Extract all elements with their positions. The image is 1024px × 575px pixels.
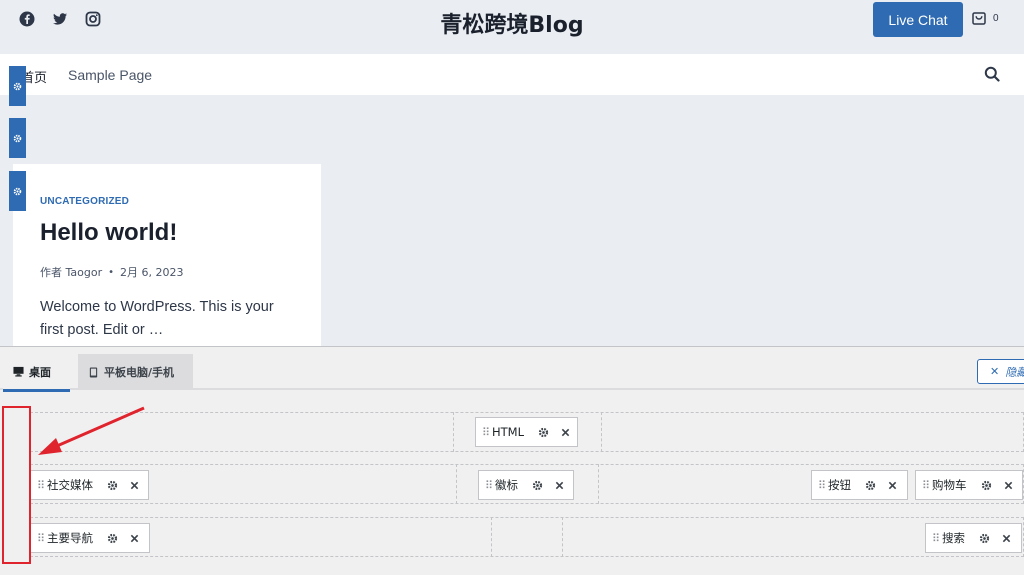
post-category[interactable]: UNCATEGORIZED	[40, 196, 129, 207]
desktop-icon	[13, 366, 24, 377]
post-date: 2月 6, 2023	[120, 266, 184, 279]
builder-row-bottom	[30, 517, 1024, 557]
cart-count: 0	[993, 12, 999, 24]
shopping-bag-icon	[972, 12, 986, 25]
zone-divider	[456, 464, 457, 504]
post-card: UNCATEGORIZED Hello world! 作者 Taogor • 2…	[13, 164, 321, 346]
gear-icon[interactable]	[107, 533, 118, 544]
site-header-top: 青松跨境Blog Live Chat 0	[0, 0, 1024, 54]
bottom-row-settings-button[interactable]	[9, 171, 26, 211]
builder-item-label: 徽标	[495, 478, 518, 492]
close-icon: ✕	[990, 366, 1000, 378]
gear-icon[interactable]	[107, 480, 118, 491]
builder-item-label: HTML	[492, 425, 525, 439]
gear-icon[interactable]	[981, 480, 992, 491]
gear-icon[interactable]	[865, 480, 876, 491]
post-excerpt: Welcome to WordPress. This is your first…	[40, 299, 274, 338]
zone-divider	[491, 517, 492, 557]
cart-button[interactable]: 0	[971, 10, 999, 26]
close-icon[interactable]	[1002, 534, 1011, 543]
gear-icon	[13, 187, 22, 195]
drag-handle-icon[interactable]: ⠿	[818, 479, 828, 492]
drag-handle-icon[interactable]: ⠿	[482, 426, 492, 439]
tab-tablet-label: 平板电脑/手机	[104, 366, 175, 379]
builder-item-search[interactable]: ⠿ 搜索	[925, 523, 1022, 553]
builder-item-primary-nav[interactable]: ⠿ 主要导航	[30, 523, 150, 553]
zone-divider	[601, 412, 602, 452]
tablet-icon	[89, 366, 98, 378]
search-icon[interactable]	[984, 66, 1000, 82]
builder-item-label: 购物车	[932, 478, 967, 492]
drag-handle-icon[interactable]: ⠿	[922, 479, 932, 492]
close-icon[interactable]	[130, 534, 139, 543]
builder-item-label: 主要导航	[47, 531, 93, 545]
live-chat-button[interactable]: Live Chat	[873, 2, 963, 37]
nav-item-sample-page[interactable]: Sample Page	[68, 67, 152, 83]
zone-divider	[562, 517, 563, 557]
gear-icon[interactable]	[538, 427, 549, 438]
drag-handle-icon[interactable]: ⠿	[37, 479, 47, 492]
close-icon[interactable]	[130, 481, 139, 490]
meta-separator: •	[108, 266, 115, 278]
hide-builder-button[interactable]: ✕ 隐藏	[977, 359, 1024, 384]
builder-tabs: 桌面 平板电脑/手机 ✕ 隐藏	[0, 347, 1024, 392]
hide-builder-label: 隐藏	[1005, 366, 1024, 379]
tab-tablet-mobile[interactable]: 平板电脑/手机	[78, 354, 193, 390]
top-row-settings-button[interactable]	[9, 66, 26, 106]
builder-item-label: 搜索	[942, 531, 965, 545]
builder-item-social[interactable]: ⠿ 社交媒体	[30, 470, 149, 500]
builder-item-label: 社交媒体	[47, 478, 93, 492]
zone-divider	[598, 464, 599, 504]
gear-icon[interactable]	[532, 480, 543, 491]
gear-icon	[13, 134, 22, 142]
site-title[interactable]: 青松跨境Blog	[0, 7, 1024, 39]
close-icon[interactable]	[555, 481, 564, 490]
post-meta: 作者 Taogor • 2月 6, 2023	[40, 264, 184, 280]
close-icon[interactable]	[888, 481, 897, 490]
primary-navigation: 首页 Sample Page	[0, 54, 1024, 95]
tab-desktop-label: 桌面	[29, 365, 51, 379]
annotation-highlight-box	[2, 406, 31, 564]
gear-icon[interactable]	[979, 533, 990, 544]
drag-handle-icon[interactable]: ⠿	[485, 479, 495, 492]
post-title[interactable]: Hello world!	[40, 219, 177, 247]
drag-handle-icon[interactable]: ⠿	[37, 532, 47, 545]
drag-handle-icon[interactable]: ⠿	[932, 532, 942, 545]
builder-item-button[interactable]: ⠿ 按钮	[811, 470, 908, 500]
zone-divider	[453, 412, 454, 452]
builder-item-logo[interactable]: ⠿ 徽标	[478, 470, 574, 500]
post-author[interactable]: 作者 Taogor	[40, 264, 102, 280]
gear-icon	[13, 82, 22, 90]
builder-item-cart[interactable]: ⠿ 购物车	[915, 470, 1023, 500]
close-icon[interactable]	[1004, 481, 1013, 490]
main-row-settings-button[interactable]	[9, 118, 26, 158]
builder-item-html[interactable]: ⠿ HTML	[475, 417, 578, 447]
builder-item-label: 按钮	[828, 478, 851, 492]
close-icon[interactable]	[561, 428, 570, 437]
annotation-arrow	[38, 406, 145, 455]
tab-desktop[interactable]: 桌面	[3, 354, 70, 392]
